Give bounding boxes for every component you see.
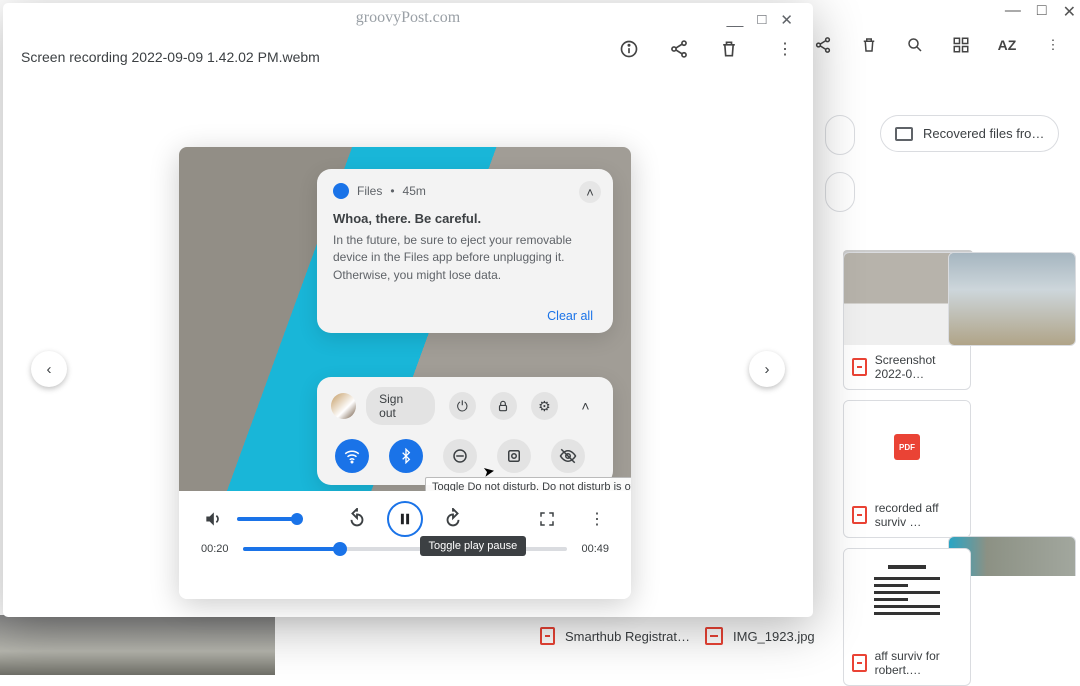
avatar[interactable] (331, 393, 356, 419)
minimize-button[interactable]: — (1005, 2, 1021, 22)
image-icon (852, 358, 867, 376)
file-chip-img1923[interactable]: IMG_1923.jpg (695, 617, 825, 655)
share-icon[interactable] (814, 36, 832, 54)
notification-card: Files • 45m ˄ Whoa, there. Be careful. I… (317, 169, 613, 333)
lock-icon[interactable] (490, 392, 517, 420)
chevron-up-icon[interactable]: ˄ (579, 181, 601, 203)
dot: • (390, 184, 394, 198)
more-icon[interactable]: ⋮ (585, 507, 609, 531)
folder-chip[interactable] (825, 115, 855, 155)
pdf-file-icon (852, 506, 867, 524)
sign-out-button[interactable]: Sign out (366, 387, 435, 425)
notif-time: 45m (403, 184, 426, 198)
delete-icon[interactable] (719, 39, 739, 59)
bluetooth-icon[interactable] (389, 439, 423, 473)
folder-icon (895, 127, 913, 141)
close-button[interactable]: ✕ (780, 11, 793, 29)
pdf-file-icon (540, 627, 555, 645)
folder-chip[interactable] (825, 172, 855, 212)
notif-title: Whoa, there. Be careful. (333, 211, 597, 226)
thumb-pdf-aff[interactable]: aff surviv for robert.… (843, 548, 971, 686)
pdf-file-icon (852, 654, 867, 672)
chip-label: Recovered files fro… (923, 126, 1044, 141)
watermark-text: groovyPost.com (356, 9, 460, 27)
progress-bar[interactable]: Toggle play pause (243, 547, 568, 551)
desktop-wallpaper-strip (0, 615, 275, 675)
chip-label: IMG_1923.jpg (733, 629, 815, 644)
info-icon[interactable] (619, 39, 639, 59)
total-time: 00:49 (581, 543, 609, 555)
app-icon (333, 183, 349, 199)
file-chip-smarthub[interactable]: Smarthub Registrat… (530, 617, 700, 655)
chip-label: Smarthub Registrat… (565, 629, 690, 644)
window-controls: — □ ✕ (1005, 2, 1076, 22)
delete-icon[interactable] (860, 36, 878, 54)
video-area: Files • 45m ˄ Whoa, there. Be careful. I… (179, 147, 631, 599)
chevron-up-icon[interactable]: ˄ (572, 392, 599, 420)
notif-body: In the future, be sure to eject your rem… (333, 232, 597, 284)
sort-icon[interactable]: AZ (998, 36, 1016, 54)
quick-settings-card: Sign out ⏻ ⚙ ˄ (317, 377, 613, 485)
maximize-button[interactable]: □ (1037, 2, 1047, 22)
thumb-image (844, 549, 970, 641)
fullscreen-icon[interactable] (535, 507, 559, 531)
notif-app: Files (357, 184, 382, 198)
power-icon[interactable]: ⏻ (449, 392, 476, 420)
next-button[interactable]: › (749, 351, 785, 387)
video-frame: Files • 45m ˄ Whoa, there. Be careful. I… (179, 147, 631, 491)
image-file-icon (705, 627, 723, 645)
dnd-icon[interactable] (443, 439, 477, 473)
window-controls: __ □ ✕ (727, 11, 799, 29)
player-header-actions: ⋮ (619, 39, 795, 59)
thumb-image: PDF (844, 401, 970, 493)
thumb-pdf-recorded[interactable]: PDF recorded aff surviv … (843, 400, 971, 538)
thumb-label: aff surviv for robert.… (875, 649, 962, 677)
play-pause-button[interactable] (387, 501, 423, 537)
player-controls: ⋮ 00:20 Toggle play pause 00:49 (179, 491, 631, 599)
progress-fill (243, 547, 340, 551)
progress-handle[interactable] (333, 542, 347, 556)
close-button[interactable]: ✕ (1063, 2, 1076, 22)
video-player-window: groovyPost.com __ □ ✕ Screen recording 2… (3, 3, 813, 617)
thumb-label: Screenshot 2022-0… (875, 353, 962, 381)
screenshot-icon[interactable] (497, 439, 531, 473)
forward-10-icon[interactable] (441, 507, 465, 531)
volume-icon[interactable] (201, 507, 225, 531)
rewind-10-icon[interactable] (345, 507, 369, 531)
share-icon[interactable] (669, 39, 689, 59)
doc-preview (844, 549, 970, 631)
current-time: 00:20 (201, 543, 229, 555)
gear-icon[interactable]: ⚙ (531, 392, 558, 420)
wifi-icon[interactable] (335, 439, 369, 473)
grid-view-icon[interactable] (952, 36, 970, 54)
visibility-off-icon[interactable] (551, 439, 585, 473)
thumb-image (949, 253, 1075, 345)
play-pause-tooltip: Toggle play pause (420, 536, 527, 556)
thumb-label: recorded aff surviv … (875, 501, 962, 529)
minimize-button[interactable]: __ (727, 11, 744, 29)
prev-button[interactable]: ‹ (31, 351, 67, 387)
folder-chip-recovered[interactable]: Recovered files fro… (880, 115, 1059, 152)
clear-all-button[interactable]: Clear all (547, 309, 593, 323)
more-icon[interactable]: ⋮ (775, 39, 795, 59)
more-icon[interactable]: ⋮ (1044, 36, 1062, 54)
pdf-icon: PDF (894, 434, 920, 460)
search-icon[interactable] (906, 36, 924, 54)
thumb-photo[interactable] (948, 252, 1076, 346)
volume-slider[interactable] (237, 517, 299, 521)
maximize-button[interactable]: □ (757, 11, 766, 29)
